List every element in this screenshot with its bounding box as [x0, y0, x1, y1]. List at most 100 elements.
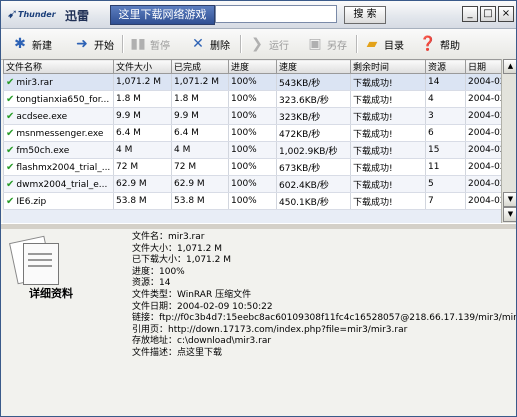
progress-cell: 100%	[228, 141, 277, 159]
file-name-cell: ✔ msnmessenger.exe	[3, 124, 114, 142]
info-description[interactable]: 文件描述：点这里下载	[132, 348, 516, 360]
directory-button[interactable]: ▰ 目录	[363, 33, 404, 55]
delete-x-icon: ✕	[192, 36, 204, 52]
pause-button[interactable]: ▮▮ 暂停	[129, 33, 170, 55]
check-icon: ✔	[6, 144, 15, 156]
run-chevron-icon: ❯	[251, 36, 263, 52]
file-name-cell: ✔ fm50ch.exe	[3, 141, 114, 159]
minimize-button[interactable]: _	[462, 6, 478, 22]
document-line	[28, 253, 52, 255]
completed-cell: 9.9 M	[171, 107, 229, 125]
col-header-sources[interactable]: 资源	[425, 59, 466, 74]
help-button[interactable]: ❓ 帮助	[419, 33, 460, 55]
download-list[interactable]: 文件名称 文件大小 已完成 进度 速度 剩余时间 资源 日期 ✔ mir3.rar…	[3, 59, 501, 223]
title-bar[interactable]: ➹ Thunder 迅雷 这里下载网络游戏 搜 索 _ □ ×	[1, 1, 516, 29]
app-name: 迅雷	[65, 9, 90, 23]
col-header-name[interactable]: 文件名称	[3, 59, 114, 74]
speed-cell: 472KB/秒	[276, 124, 351, 142]
completed-cell: 1,071.2 M	[171, 73, 229, 91]
date-cell: 2004-02	[465, 73, 501, 91]
col-header-size[interactable]: 文件大小	[113, 59, 172, 74]
col-header-remaining[interactable]: 剩余时间	[350, 59, 426, 74]
file-name: IE6.zip	[16, 196, 47, 207]
remaining-cell: 下载成功!	[350, 158, 426, 176]
search-input[interactable]	[215, 5, 337, 23]
save-as-button[interactable]: ▣ 另存	[306, 33, 347, 55]
speed-cell: 450.1KB/秒	[276, 192, 351, 210]
speed-cell: 602.4KB/秒	[276, 175, 351, 193]
col-header-progress[interactable]: 进度	[228, 59, 277, 74]
size-cell: 1.8 M	[113, 90, 172, 108]
table-row[interactable]: ✔ fm50ch.exe 4 M 4 M 100% 1,002.9KB/秒 下载成…	[3, 141, 501, 159]
sources-cell: 11	[425, 158, 466, 176]
info-save-path: 存放地址：c:\download\mir3.rar	[132, 336, 272, 347]
info-downloaded-size: 已下载大小：1,071.2 M	[132, 255, 231, 266]
check-icon: ✔	[6, 195, 15, 207]
scroll-up-icon[interactable]: ▲	[503, 59, 516, 74]
progress-cell: 100%	[228, 107, 277, 125]
speed-cell: 673KB/秒	[276, 158, 351, 176]
close-button[interactable]: ×	[498, 6, 514, 22]
scroll-down-icon[interactable]: ▼	[503, 192, 516, 207]
document-icon	[9, 235, 59, 285]
sources-cell: 15	[425, 141, 466, 159]
info-progress: 进度：100%	[132, 266, 185, 277]
new-button[interactable]: ✱ 新建	[11, 33, 52, 55]
file-name-cell: ✔ tongtianxia650_for...	[3, 90, 114, 108]
completed-cell: 62.9 M	[171, 175, 229, 193]
size-cell: 1,071.2 M	[113, 73, 172, 91]
progress-cell: 100%	[228, 175, 277, 193]
info-link[interactable]: 链接：ftp://f0c3b4d7:15eebc8ac60109308f11fc…	[132, 313, 516, 325]
maximize-button[interactable]: □	[480, 6, 496, 22]
col-header-completed[interactable]: 已完成	[171, 59, 229, 74]
scroll-down-icon[interactable]: ▼	[503, 207, 516, 222]
remaining-cell: 下载成功!	[350, 73, 426, 91]
remaining-cell: 下载成功!	[350, 192, 426, 210]
info-sources: 资源：14	[132, 278, 171, 289]
table-header: 文件名称 文件大小 已完成 进度 速度 剩余时间 资源 日期	[3, 59, 501, 74]
info-file-type: 文件类型：WinRAR 压缩文件	[132, 289, 252, 300]
check-icon: ✔	[6, 127, 15, 139]
detail-pane: 详细资料 文件名：mir3.rar 文件大小：1,071.2 M 已下载大小：1…	[1, 229, 516, 416]
save-as-label: 另存	[327, 40, 347, 52]
file-name: acdsee.exe	[16, 111, 68, 122]
progress-cell: 100%	[228, 73, 277, 91]
check-icon: ✔	[6, 178, 15, 190]
col-header-speed[interactable]: 速度	[276, 59, 351, 74]
table-row[interactable]: ✔ mir3.rar 1,071.2 M 1,071.2 M 100% 543KB…	[3, 73, 501, 91]
file-name: tongtianxia650_for...	[16, 94, 110, 105]
delete-button[interactable]: ✕ 删除	[189, 33, 230, 55]
table-row[interactable]: ✔ msnmessenger.exe 6.4 M 6.4 M 100% 472KB…	[3, 124, 501, 142]
run-button[interactable]: ❯ 运行	[248, 33, 289, 55]
date-cell: 2004-02	[465, 192, 501, 210]
thunder-swoosh-icon: ➹	[7, 7, 18, 22]
info-referer[interactable]: 引用页：http://down.17173.com/index.php?file…	[132, 325, 516, 337]
search-button[interactable]: 搜 索	[344, 6, 386, 24]
table-row[interactable]: ✔ dwmx2004_trial_e... 62.9 M 62.9 M 100% …	[3, 175, 501, 193]
pause-label: 暂停	[150, 40, 170, 52]
table-row[interactable]: ✔ tongtianxia650_for... 1.8 M 1.8 M 100% …	[3, 90, 501, 108]
sources-cell: 4	[425, 90, 466, 108]
progress-cell: 100%	[228, 124, 277, 142]
size-cell: 72 M	[113, 158, 172, 176]
date-cell: 2004-02	[465, 158, 501, 176]
file-name: mir3.rar	[16, 77, 53, 88]
help-label: 帮助	[440, 40, 460, 52]
detail-heading: 详细资料	[29, 287, 73, 300]
delete-label: 删除	[210, 40, 230, 52]
col-header-date[interactable]: 日期	[465, 59, 501, 74]
start-button[interactable]: ➜ 开始	[73, 33, 114, 55]
size-cell: 53.8 M	[113, 192, 172, 210]
progress-cell: 100%	[228, 192, 277, 210]
table-row[interactable]: ✔ flashmx2004_trial_... 72 M 72 M 100% 67…	[3, 158, 501, 176]
vertical-scrollbar[interactable]: ▲ ▼ ▼	[501, 59, 516, 223]
date-cell: 2004-02	[465, 107, 501, 125]
table-row[interactable]: ✔ IE6.zip 53.8 M 53.8 M 100% 450.1KB/秒 下载…	[3, 192, 501, 210]
progress-cell: 100%	[228, 158, 277, 176]
size-cell: 4 M	[113, 141, 172, 159]
start-arrow-icon: ➜	[76, 36, 88, 52]
table-row[interactable]: ✔ acdsee.exe 9.9 M 9.9 M 100% 323KB/秒 下载成…	[3, 107, 501, 125]
check-icon: ✔	[6, 76, 15, 88]
search-banner[interactable]: 这里下载网络游戏	[110, 5, 215, 25]
file-name: msnmessenger.exe	[16, 128, 104, 139]
